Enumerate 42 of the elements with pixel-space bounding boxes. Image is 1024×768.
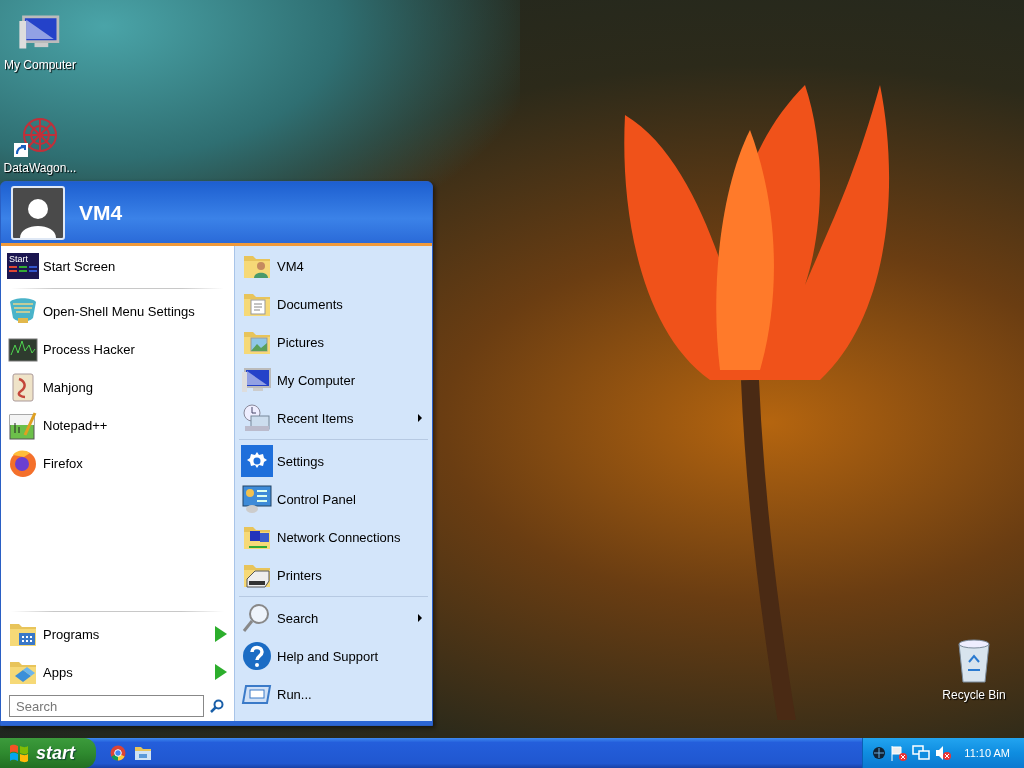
flag-error-icon[interactable]	[890, 745, 908, 761]
desktop-icon-label[interactable]: DataWagon...	[3, 161, 77, 175]
menu-item[interactable]: Help and Support	[235, 637, 432, 675]
menu-item[interactable]: Documents	[235, 285, 432, 323]
network-globe-icon[interactable]	[872, 746, 886, 760]
menu-item[interactable]: Network Connections	[235, 518, 432, 556]
menu-item[interactable]: Control Panel	[235, 480, 432, 518]
browser-icon[interactable]	[110, 745, 126, 761]
menu-item[interactable]: Programs	[1, 615, 234, 653]
clock-document-icon	[241, 402, 273, 434]
menu-item[interactable]: Mahjong	[1, 368, 234, 406]
menu-item[interactable]: Pictures	[235, 323, 432, 361]
menu-item[interactable]: Printers	[235, 556, 432, 594]
menu-item[interactable]: Firefox	[1, 444, 234, 482]
menu-item[interactable]: My Computer	[235, 361, 432, 399]
start-button[interactable]: start	[0, 738, 96, 768]
avatar-silhouette-icon	[11, 185, 65, 240]
speaker-muted-icon[interactable]	[934, 745, 952, 761]
user-name: VM4	[79, 200, 123, 225]
desktop-icon-label[interactable]: Recycle Bin	[942, 688, 1006, 702]
menu-item[interactable]: VM4	[235, 247, 432, 285]
start-tile-icon: Start	[7, 253, 39, 279]
recycle-bin-icon	[955, 638, 993, 684]
clock[interactable]: 11:10 AM	[964, 747, 1010, 759]
help-icon	[241, 640, 273, 672]
menu-item[interactable]: Search	[235, 599, 432, 637]
menu-item[interactable]: Apps	[1, 653, 234, 691]
search-field[interactable]: Search	[9, 695, 204, 717]
menu-item[interactable]: Settings	[235, 442, 432, 480]
folder-icon[interactable]	[134, 745, 152, 761]
network-computer-icon[interactable]	[912, 745, 930, 761]
control-panel-icon	[241, 483, 273, 515]
search-icon	[210, 699, 224, 713]
menu-item[interactable]: Start Start Screen	[1, 247, 234, 285]
desktop-icon-label[interactable]: My Computer	[4, 58, 76, 72]
menu-item[interactable]: Run...	[235, 675, 432, 713]
menu-item[interactable]: Recent Items	[235, 399, 432, 437]
menu-item[interactable]: Open-Shell Menu Settings	[1, 292, 234, 330]
menu-item[interactable]: Process Hacker	[1, 330, 234, 368]
gear-icon	[241, 445, 273, 477]
menu-item[interactable]: Notepad++	[1, 406, 234, 444]
windows-logo-icon	[8, 743, 30, 763]
